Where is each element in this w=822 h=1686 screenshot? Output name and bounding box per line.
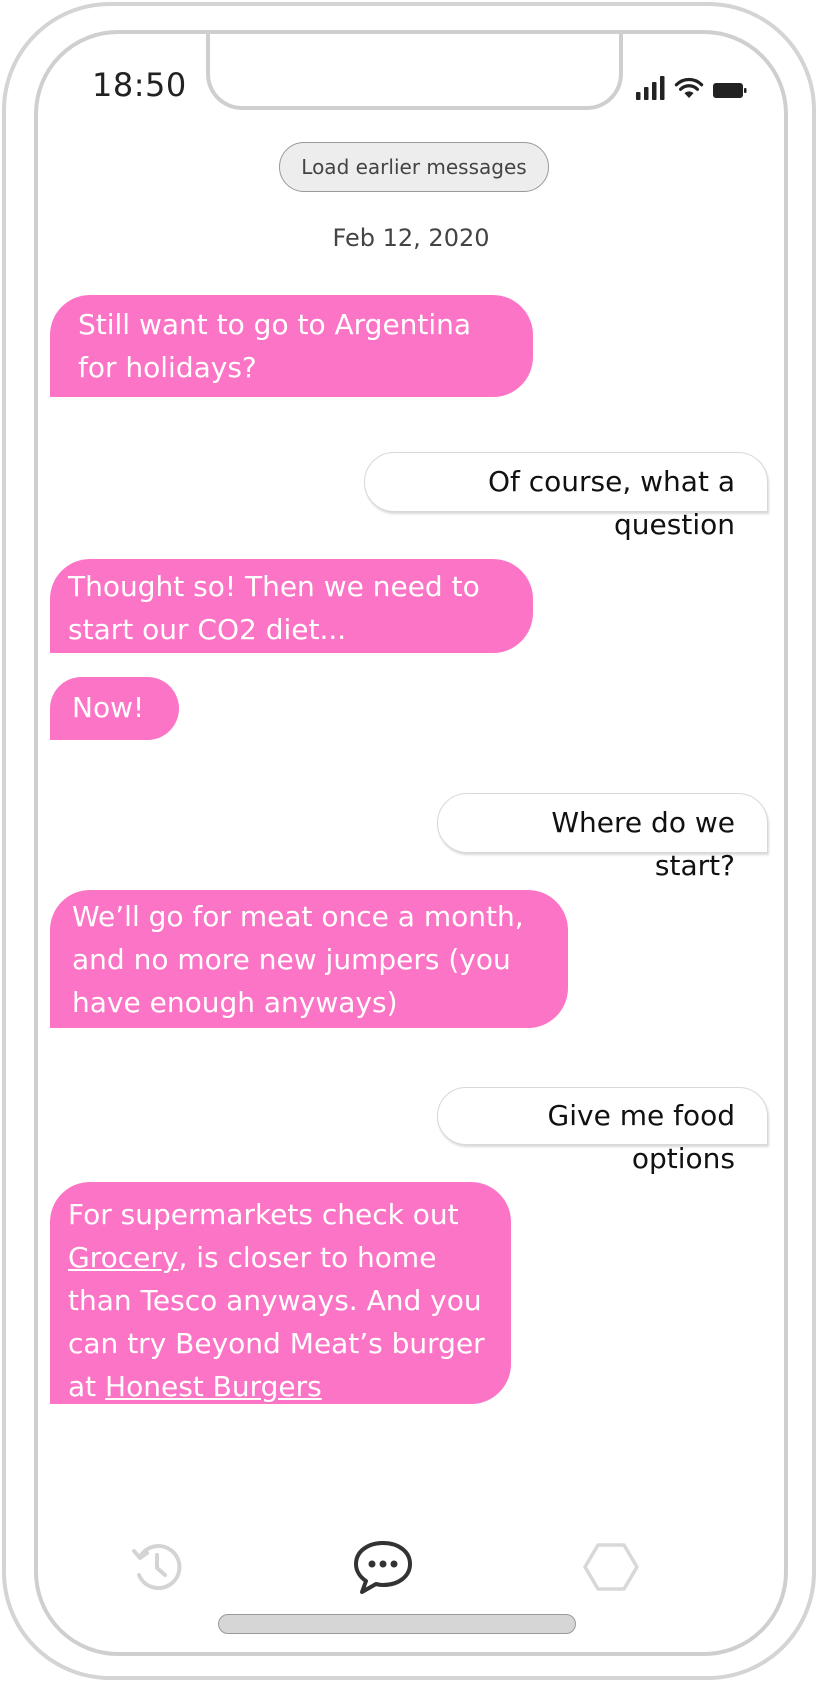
- message-text: Give me food options: [547, 1099, 735, 1175]
- message-text: For supermarkets check out: [68, 1198, 459, 1231]
- home-indicator[interactable]: [218, 1614, 576, 1634]
- message-incoming: We’ll go for meat once a month, and no m…: [50, 890, 568, 1028]
- message-outgoing: Of course, what a question: [364, 452, 768, 541]
- tab-hexagon[interactable]: [576, 1534, 646, 1604]
- tab-chat[interactable]: [348, 1534, 418, 1604]
- honest-burgers-link[interactable]: Honest Burgers: [105, 1370, 322, 1403]
- grocery-link[interactable]: Grocery: [68, 1241, 178, 1274]
- date-separator: Feb 12, 2020: [332, 224, 490, 252]
- chat-bubble-icon: [351, 1537, 415, 1601]
- status-icons: [636, 72, 748, 100]
- hexagon-icon: [581, 1539, 641, 1599]
- history-icon: [126, 1537, 186, 1601]
- wifi-icon: [674, 76, 704, 100]
- bottom-tab-bar: [38, 1534, 784, 1604]
- message-outgoing: Give me food options: [437, 1087, 768, 1175]
- cellular-signal-icon: [636, 76, 666, 100]
- tab-history[interactable]: [121, 1534, 191, 1604]
- message-incoming: Now!: [50, 677, 179, 740]
- message-incoming: Still want to go to Argentina for holida…: [50, 295, 533, 397]
- status-time: 18:50: [92, 66, 187, 104]
- message-text: We’ll go for meat once a month, and no m…: [72, 900, 524, 1019]
- message-incoming: Thought so! Then we need to start our CO…: [50, 559, 533, 653]
- message-text: Thought so! Then we need to start our CO…: [68, 570, 480, 646]
- message-text: Now!: [72, 691, 145, 724]
- battery-icon: [712, 80, 748, 100]
- device-notch: [206, 34, 623, 110]
- load-earlier-button[interactable]: Load earlier messages: [279, 142, 549, 192]
- message-incoming: For supermarkets check out Grocery, is c…: [50, 1182, 511, 1404]
- message-text: Where do we start?: [551, 806, 735, 882]
- message-outgoing: Where do we start?: [437, 793, 768, 882]
- message-text: Still want to go to Argentina for holida…: [78, 308, 472, 384]
- device-screen: 18:50 Load earlier messages Feb 12, 2020…: [34, 30, 788, 1656]
- message-text: Of course, what a question: [487, 465, 735, 541]
